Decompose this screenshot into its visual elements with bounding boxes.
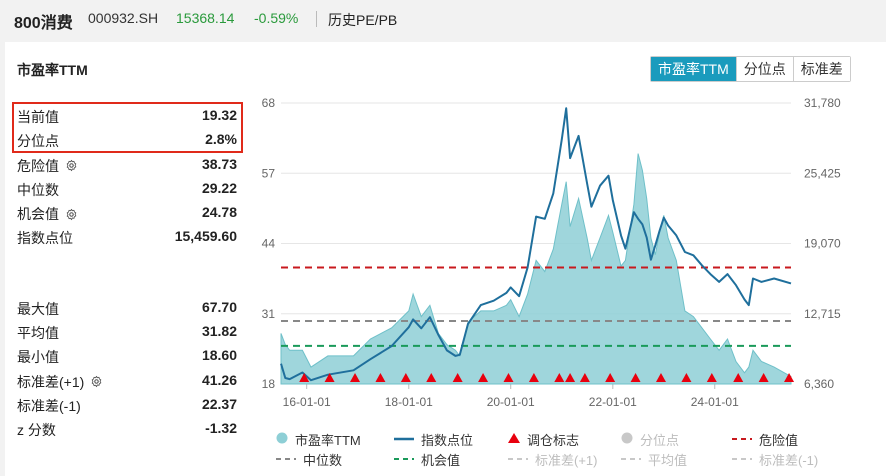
legend-symbol xyxy=(393,452,415,467)
pe-chart: 68 57 44 31 18 31,780 25,425 19,070 12,715 6,360 1… xyxy=(262,96,841,409)
y-left-tick-label: 57 xyxy=(262,166,276,180)
index-change: -0.59% xyxy=(254,10,299,26)
x-tick-label: 24-01-01 xyxy=(691,395,739,409)
x-tick-label: 22-01-01 xyxy=(589,395,637,409)
legend-item[interactable]: 标准差(+1) xyxy=(507,450,597,469)
y-right-tick-label: 31,780 xyxy=(804,96,841,110)
legend-symbol xyxy=(731,452,753,467)
legend-label: 市盈率TTM xyxy=(295,433,361,448)
y-left-tick-label: 68 xyxy=(262,96,276,110)
x-tick-label: 16-01-01 xyxy=(283,395,331,409)
legend-label: 危险值 xyxy=(759,433,799,448)
legend-item[interactable]: 平均值 xyxy=(620,450,687,469)
legend-symbol xyxy=(507,432,521,447)
index-price: 15368.14 xyxy=(176,10,235,26)
legend-item[interactable]: 危险值 xyxy=(731,430,798,449)
legend-item[interactable]: 指数点位 xyxy=(393,430,473,449)
legend-label: 标准差(+1) xyxy=(535,453,598,468)
index-name: 800消费 xyxy=(14,15,73,32)
history-pe-pb-link[interactable]: 历史PE/PB xyxy=(328,10,397,30)
y-left-tick-label: 18 xyxy=(262,377,276,391)
legend-label: 中位数 xyxy=(303,453,343,468)
x-tick-label: 20-01-01 xyxy=(487,395,535,409)
legend-symbol xyxy=(393,432,415,447)
index-code: 000932.SH xyxy=(88,10,159,26)
legend-item[interactable]: 分位点 xyxy=(620,430,679,449)
legend-symbol xyxy=(620,431,634,448)
legend-symbol xyxy=(507,452,529,467)
legend-label: 平均值 xyxy=(648,453,688,468)
header-divider xyxy=(316,11,317,27)
legend-label: 分位点 xyxy=(640,433,680,448)
legend-label: 标准差(-1) xyxy=(759,453,819,468)
y-right-tick-label: 6,360 xyxy=(804,377,834,391)
legend-label: 调仓标志 xyxy=(527,433,580,448)
y-left-tick-label: 44 xyxy=(262,237,276,251)
y-right-tick-label: 12,715 xyxy=(804,307,841,321)
legend-item[interactable]: 调仓标志 xyxy=(507,430,579,449)
legend-symbol xyxy=(275,452,297,467)
pe-ttm-area xyxy=(280,153,792,385)
legend-item[interactable]: 机会值 xyxy=(393,450,460,469)
legend-label: 机会值 xyxy=(421,453,461,468)
legend-label: 指数点位 xyxy=(421,433,474,448)
y-right-tick-label: 19,070 xyxy=(804,237,841,251)
legend-symbol xyxy=(275,431,289,448)
legend-item[interactable]: 标准差(-1) xyxy=(731,450,818,469)
x-tick-label: 18-01-01 xyxy=(385,395,433,409)
legend-symbol xyxy=(731,432,753,447)
chart-legend: 市盈率TTM 指数点位 调仓标志 分位点 危险值中位数 机会值 标准差(+1) 平均值 标准差(… xyxy=(275,430,875,474)
legend-item[interactable]: 中位数 xyxy=(275,450,342,469)
y-right-tick-label: 25,425 xyxy=(804,166,841,180)
valuation-panel: 市盈率TTM 市盈率TTM 分位点 标准差 当前值 19.32 分位点 2.8% 危险值… xyxy=(5,42,886,476)
header-bar: 800消费 000932.SH 15368.14 -0.59% 历史PE/PB xyxy=(0,0,886,38)
legend-symbol xyxy=(620,452,642,467)
legend-item[interactable]: 市盈率TTM xyxy=(275,430,361,449)
y-left-tick-label: 31 xyxy=(262,307,276,321)
